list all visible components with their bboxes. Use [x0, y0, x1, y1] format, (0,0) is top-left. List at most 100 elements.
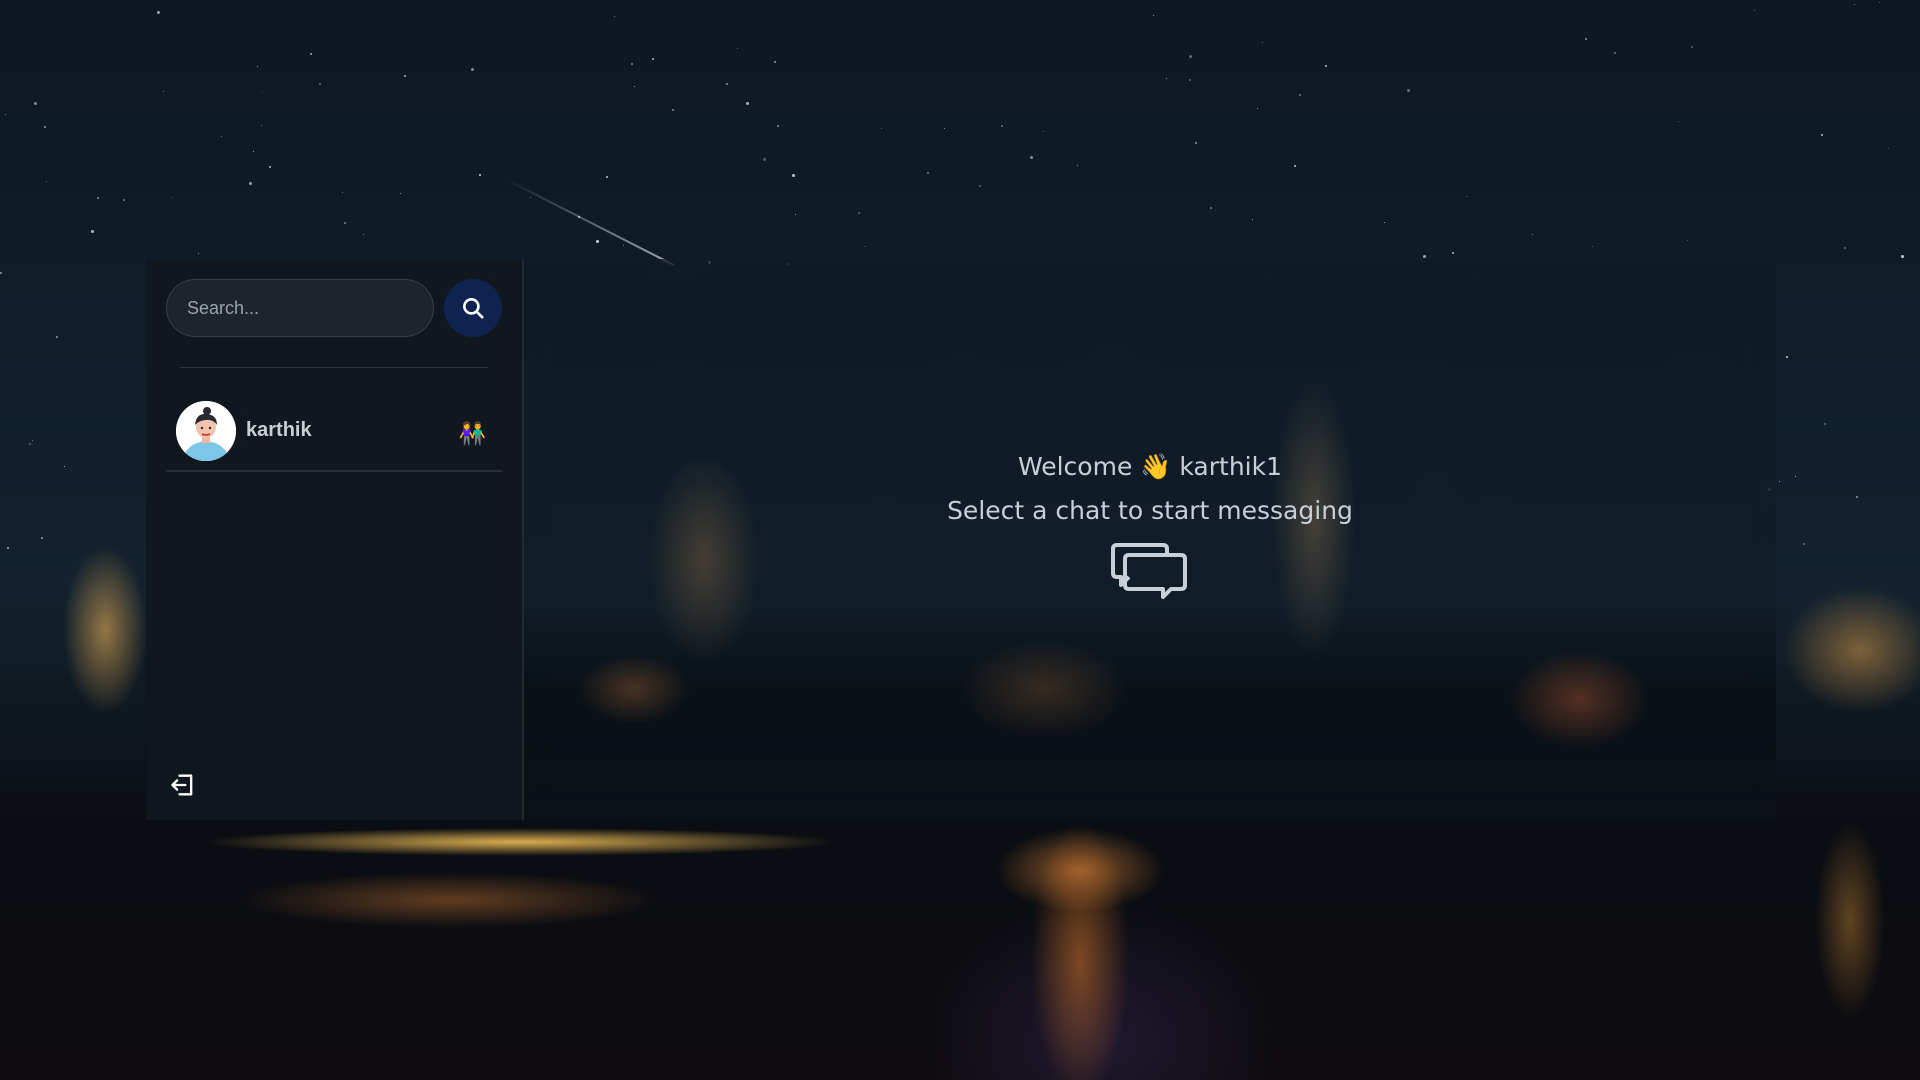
star — [1210, 207, 1212, 209]
star — [858, 212, 860, 214]
star — [944, 128, 945, 129]
star — [342, 192, 343, 193]
welcome-line: Welcome 👋 karthik1 — [947, 445, 1353, 489]
star — [262, 92, 263, 93]
star — [1325, 65, 1327, 67]
star — [257, 66, 258, 67]
star — [1166, 78, 1167, 79]
search-icon — [463, 298, 484, 319]
conversation-item[interactable]: karthik 👫 — [166, 401, 502, 472]
star — [171, 197, 172, 198]
star — [5, 114, 6, 115]
star — [198, 253, 199, 254]
avatar — [176, 401, 236, 461]
star — [310, 53, 312, 55]
star — [623, 245, 624, 246]
star — [319, 83, 321, 85]
star — [1466, 196, 1467, 197]
logout-icon — [171, 774, 193, 796]
star — [56, 336, 58, 338]
star — [1856, 496, 1858, 498]
star — [1614, 52, 1616, 54]
star — [1795, 476, 1796, 477]
sidebar: karthik 👫 — [146, 259, 524, 820]
star — [32, 440, 33, 441]
star — [672, 109, 674, 111]
star — [29, 443, 31, 445]
star — [344, 222, 346, 224]
star — [1888, 148, 1889, 149]
star — [34, 102, 37, 105]
search-input[interactable] — [166, 279, 434, 337]
star — [157, 11, 160, 14]
star — [774, 61, 776, 63]
star — [123, 199, 125, 201]
star — [634, 86, 635, 87]
star — [404, 75, 406, 77]
star — [7, 547, 9, 549]
star — [221, 136, 222, 137]
star — [1585, 38, 1587, 40]
search-button[interactable] — [444, 279, 502, 337]
star — [1252, 219, 1253, 220]
star — [530, 197, 531, 198]
star — [1077, 165, 1078, 166]
star — [795, 214, 796, 215]
star — [1854, 4, 1855, 5]
star — [763, 158, 766, 161]
welcome-username: karthik1 — [1179, 451, 1282, 481]
star — [1678, 121, 1679, 122]
search-bar — [166, 279, 502, 337]
star — [792, 174, 795, 177]
star — [726, 83, 728, 85]
star — [1299, 94, 1301, 96]
star — [1779, 481, 1780, 482]
star — [1691, 46, 1693, 48]
star — [1030, 156, 1033, 159]
star — [1803, 543, 1805, 545]
chat-bubbles-icon — [1110, 542, 1187, 599]
star — [46, 181, 47, 182]
star — [1153, 15, 1154, 16]
star — [1262, 42, 1263, 43]
star — [596, 240, 599, 243]
main-panel: Welcome 👋 karthik1 Select a chat to star… — [524, 259, 1776, 820]
star — [1592, 246, 1593, 247]
star — [1294, 165, 1296, 167]
star — [269, 166, 271, 168]
star — [1879, 2, 1880, 3]
star — [1189, 79, 1191, 81]
star — [163, 91, 164, 92]
star — [865, 246, 866, 247]
star — [927, 172, 929, 174]
sidebar-divider — [180, 367, 488, 368]
star — [1407, 89, 1410, 92]
chat-app-window: karthik 👫 Welcome 👋 karthik1 Select a ch… — [146, 259, 1776, 820]
welcome-subtitle: Select a chat to start messaging — [947, 495, 1353, 525]
welcome-message: Welcome 👋 karthik1 Select a chat to star… — [947, 445, 1353, 605]
wave-emoji: 👋 — [1140, 451, 1172, 481]
chat-icon-wrapper — [947, 539, 1353, 605]
star — [881, 128, 882, 129]
star — [400, 193, 401, 194]
star — [0, 272, 2, 274]
star — [471, 68, 474, 71]
star — [777, 125, 779, 127]
star — [253, 151, 254, 152]
conversation-name: karthik — [246, 418, 312, 441]
star — [1043, 131, 1044, 132]
star — [64, 466, 65, 467]
star — [1754, 10, 1755, 11]
star — [249, 182, 252, 185]
star — [652, 58, 654, 60]
star — [1532, 234, 1533, 235]
logout-button[interactable] — [168, 770, 198, 800]
star — [1844, 247, 1846, 249]
star — [746, 102, 749, 105]
star — [1901, 255, 1904, 258]
welcome-greeting: Welcome — [1017, 451, 1133, 481]
star — [97, 197, 99, 199]
star — [1001, 125, 1003, 127]
star — [606, 176, 608, 178]
star — [1786, 356, 1788, 358]
